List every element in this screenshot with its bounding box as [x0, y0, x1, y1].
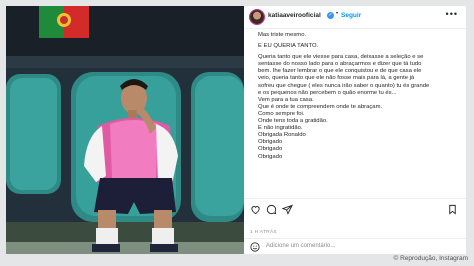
follow-button[interactable]: Seguir [341, 12, 361, 19]
post-date: 1 H ATRÁS [250, 230, 277, 235]
comment-bar: Adicione um comentário... [244, 238, 466, 255]
post-actions [244, 198, 466, 221]
more-options-icon[interactable]: ••• [446, 9, 458, 19]
caption-line: sentasse do nosso lado para o abraçarmos… [258, 61, 422, 68]
emoji-icon[interactable] [250, 242, 260, 252]
comment-input[interactable]: Adicione um comentário... [266, 243, 335, 249]
avatar[interactable] [250, 10, 264, 24]
caption-line: E EU QUERIA TANTO. [258, 43, 319, 50]
heart-icon[interactable] [250, 204, 261, 215]
caption-line: sofreu que chegue ( eles nunca irão sabe… [258, 82, 430, 89]
caption-line: Como sempre foi. [258, 110, 305, 117]
image-credit: © Reprodução, Instagram [393, 255, 468, 262]
caption-line: Obrigada Ronaldo [258, 132, 306, 139]
caption-line: E não ingratidão. [258, 125, 303, 132]
caption-line: Mas triste mesmo. [258, 32, 307, 38]
share-icon[interactable] [282, 204, 293, 215]
bookmark-icon[interactable] [447, 204, 458, 215]
verified-badge-icon: ✓ [327, 12, 334, 19]
caption-line: Que é onde te compreendem onde te abraça… [258, 103, 383, 110]
post-caption: Mas triste mesmo. E EU QUERIA TANTO. Que… [258, 32, 460, 165]
instagram-post-frame: katiaaveirooficial ✓ • Seguir ••• Mas tr… [0, 0, 474, 266]
caption-line: veio, queria tanto que ele não fosse mai… [258, 75, 415, 82]
comment-icon[interactable] [266, 204, 277, 215]
caption-line: Onde tens toda a gratidão. [258, 118, 328, 125]
separator-dot: • [336, 11, 339, 17]
caption-line: bem. Ihe fazer lembrar o que ele conquis… [258, 68, 422, 75]
caption-line: e os pequenos não percebem o quão enorme… [258, 89, 397, 96]
post-photo[interactable] [6, 6, 244, 254]
caption-line: Queria tanto que ele viesse para casa, d… [258, 54, 424, 61]
caption-line: Vem para a tua casa. [258, 96, 314, 103]
username-link[interactable]: katiaaveirooficial [268, 12, 321, 19]
caption-line: Obrigado [258, 153, 283, 160]
post-sidebar: katiaaveirooficial ✓ • Seguir ••• Mas tr… [244, 6, 466, 254]
caption-line: Obrigado [258, 146, 283, 153]
post-header: katiaaveirooficial ✓ • Seguir ••• [244, 6, 466, 29]
caption-line: Obrigado [258, 139, 283, 146]
